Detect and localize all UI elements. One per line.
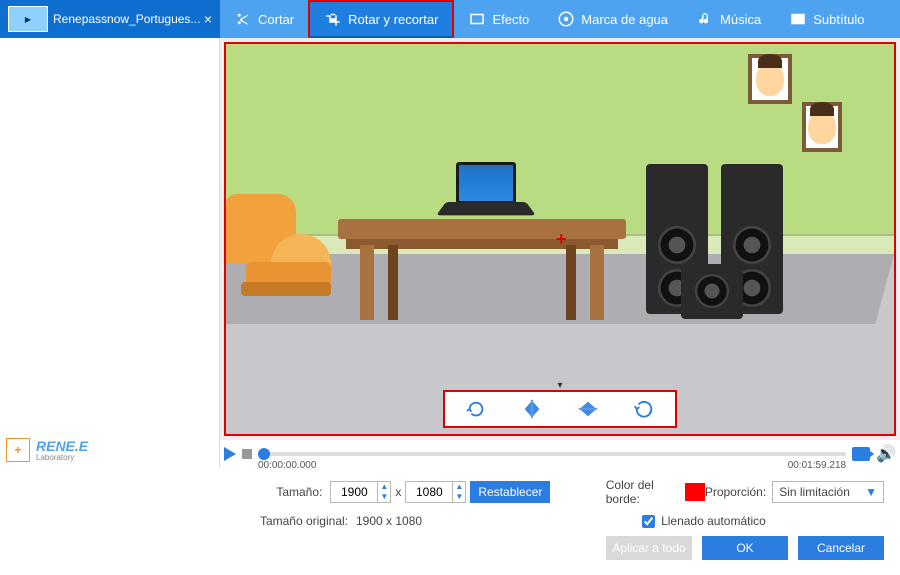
- timeline-knob[interactable]: [258, 448, 270, 460]
- scene-subwoofer: [681, 264, 743, 319]
- rotate-tools-panel: [443, 390, 677, 428]
- scene-frame-2: [802, 102, 842, 152]
- reset-rotation-icon[interactable]: [633, 398, 655, 420]
- transport-bar: 00:00:00.000 00:01:59.218 🔊: [220, 440, 900, 468]
- width-input[interactable]: [330, 481, 378, 503]
- brand-sub: Laboratory: [36, 453, 88, 462]
- sidebar: + RENE.E Laboratory: [0, 38, 220, 468]
- tab-thumbnail: ▶: [8, 6, 48, 32]
- tab-rotate-label: Rotar y recortar: [348, 12, 438, 27]
- scene-table: [338, 219, 626, 329]
- timeline-track[interactable]: 00:00:00.000 00:01:59.218: [258, 452, 846, 456]
- close-tab-icon[interactable]: ×: [204, 11, 212, 27]
- brand-plus-icon: +: [6, 438, 30, 462]
- tab-cut[interactable]: Cortar: [220, 0, 308, 38]
- ok-button[interactable]: OK: [702, 536, 788, 560]
- tab-effect[interactable]: Efecto: [454, 0, 543, 38]
- tab-music-label: Música: [720, 12, 761, 27]
- stop-button[interactable]: [242, 449, 252, 459]
- border-color-label: Color del borde:: [606, 478, 685, 506]
- tab-subtitle[interactable]: Subtítulo: [775, 0, 878, 38]
- crop-selection[interactable]: + ▾: [224, 42, 896, 436]
- volume-icon[interactable]: 🔊: [876, 444, 896, 464]
- tab-music[interactable]: Música: [682, 0, 775, 38]
- tab-watermark-label: Marca de agua: [581, 12, 668, 27]
- play-button[interactable]: [224, 447, 236, 461]
- autofill-checkbox[interactable]: [642, 515, 655, 528]
- width-spinner[interactable]: ▲▼: [378, 481, 391, 503]
- toolbar: Cortar Rotar y recortar Efecto Marca de …: [220, 0, 900, 38]
- time-current: 00:00:00.000: [258, 460, 316, 471]
- collapse-tools-icon[interactable]: ▾: [557, 380, 562, 391]
- brand-logo: + RENE.E Laboratory: [6, 438, 88, 462]
- cancel-button[interactable]: Cancelar: [798, 536, 884, 560]
- size-label: Tamaño:: [16, 485, 330, 499]
- brand-name: RENE.E: [36, 439, 88, 453]
- reset-size-button[interactable]: Restablecer: [470, 481, 550, 503]
- crop-rotate-icon: [324, 10, 342, 28]
- dropdown-arrow-icon: ▼: [865, 485, 877, 499]
- flip-vertical-icon[interactable]: [577, 398, 599, 420]
- video-canvas[interactable]: + ▾: [220, 38, 900, 440]
- center-crosshair-icon: +: [556, 229, 567, 250]
- rotate-cw-icon[interactable]: [465, 398, 487, 420]
- ratio-label: Proporción:: [705, 485, 766, 499]
- tab-effect-label: Efecto: [492, 12, 529, 27]
- orig-size-value: 1900 x 1080: [356, 514, 422, 528]
- scene-laptop: [446, 162, 526, 222]
- tab-cut-label: Cortar: [258, 12, 294, 27]
- subtitle-icon: [789, 10, 807, 28]
- music-icon: [696, 10, 714, 28]
- border-color-swatch[interactable]: [685, 483, 705, 501]
- orig-size-label: Tamaño original:: [16, 514, 356, 528]
- scissors-icon: [234, 10, 252, 28]
- time-total: 00:01:59.218: [788, 460, 846, 471]
- watermark-icon: [557, 10, 575, 28]
- ratio-select[interactable]: Sin limitación ▼: [772, 481, 884, 503]
- apply-all-button[interactable]: Aplicar a todo: [606, 536, 692, 560]
- height-input[interactable]: [405, 481, 453, 503]
- tab-subtitle-label: Subtítulo: [813, 12, 864, 27]
- tab-label: Renepassnow_Portugues...: [53, 12, 204, 26]
- file-tab[interactable]: ▶ Renepassnow_Portugues... ×: [0, 0, 220, 38]
- effect-icon: [468, 10, 486, 28]
- settings-panel: Tamaño: ▲▼ x ▲▼ Restablecer Color del bo…: [0, 468, 900, 575]
- scene-frame-1: [748, 54, 792, 104]
- ratio-value: Sin limitación: [779, 485, 850, 499]
- height-spinner[interactable]: ▲▼: [453, 481, 466, 503]
- autofill-label: Llenado automático: [661, 514, 766, 528]
- tab-watermark[interactable]: Marca de agua: [543, 0, 682, 38]
- size-x: x: [395, 485, 401, 499]
- scene-sofa: [226, 194, 336, 304]
- tab-rotate-crop[interactable]: Rotar y recortar: [308, 0, 454, 38]
- flip-horizontal-icon[interactable]: [521, 398, 543, 420]
- snapshot-button[interactable]: [852, 447, 870, 461]
